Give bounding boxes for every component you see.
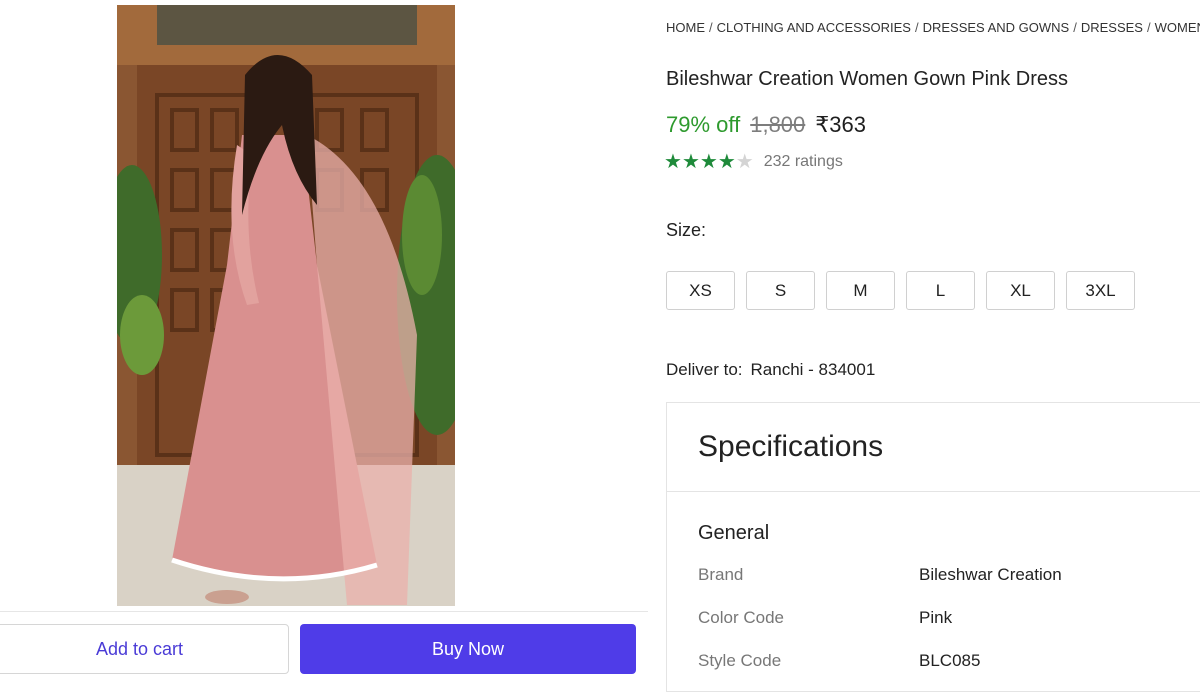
specifications-panel: Specifications General Brand Bileshwar C… bbox=[666, 402, 1200, 692]
size-option-xs[interactable]: XS bbox=[666, 271, 735, 310]
size-option-3xl[interactable]: 3XL bbox=[1066, 271, 1135, 310]
star-icon: ★ bbox=[664, 151, 682, 173]
product-image[interactable] bbox=[117, 5, 455, 606]
spec-key: Color Code bbox=[698, 608, 784, 627]
ratings-count: 232 ratings bbox=[763, 153, 843, 170]
delivery-location[interactable]: Deliver to: Ranchi - 834001 bbox=[666, 360, 875, 380]
star-icon: ★ bbox=[699, 151, 718, 173]
buy-now-button[interactable]: Buy Now bbox=[300, 624, 636, 674]
breadcrumb: HOME / CLOTHING AND ACCESSORIES / DRESSES AN… bbox=[666, 20, 1200, 35]
star-icon: ★ bbox=[735, 151, 754, 173]
delivery-pincode: Ranchi - 834001 bbox=[750, 360, 876, 379]
breadcrumb-link-womens[interactable]: WOMEN'S DR bbox=[1155, 20, 1200, 35]
spec-key: Brand bbox=[698, 565, 744, 584]
original-price: 1,800 bbox=[750, 112, 806, 137]
selling-price: ₹363 bbox=[815, 112, 866, 137]
breadcrumb-link-home[interactable]: HOME bbox=[666, 20, 705, 35]
spec-section-general: General bbox=[698, 522, 770, 544]
deliver-to-label: Deliver to: bbox=[666, 360, 743, 379]
breadcrumb-link-clothing[interactable]: CLOTHING AND ACCESSORIES bbox=[717, 20, 911, 35]
size-label: Size: bbox=[666, 220, 707, 240]
size-option-s[interactable]: S bbox=[746, 271, 815, 310]
specifications-title: Specifications bbox=[667, 403, 1200, 492]
size-options: XS S M L XL 3XL bbox=[666, 271, 1135, 310]
size-option-l[interactable]: L bbox=[906, 271, 975, 310]
purchase-action-bar: Add to cart Buy Now bbox=[0, 611, 648, 685]
breadcrumb-link-dresses-gowns[interactable]: DRESSES AND GOWNS bbox=[923, 20, 1070, 35]
star-rating: ★ ★ ★ ★ ★ bbox=[664, 151, 754, 173]
size-option-xl[interactable]: XL bbox=[986, 271, 1055, 310]
price-row: 79% off 1,800 ₹363 bbox=[666, 112, 866, 138]
breadcrumb-link-dresses[interactable]: DRESSES bbox=[1081, 20, 1143, 35]
spec-value: Pink bbox=[919, 608, 953, 627]
spec-value: Bileshwar Creation bbox=[919, 565, 1062, 584]
size-option-m[interactable]: M bbox=[826, 271, 895, 310]
star-icon: ★ bbox=[681, 151, 700, 173]
star-icon: ★ bbox=[717, 151, 736, 173]
spec-key: Style Code bbox=[698, 651, 782, 670]
rating-row[interactable]: ★ ★ ★ ★ ★ 232 ratings bbox=[664, 151, 843, 173]
product-title: Bileshwar Creation Women Gown Pink Dress bbox=[666, 68, 1069, 90]
product-photo-illustration bbox=[117, 5, 455, 606]
discount-percent: 79% off bbox=[666, 112, 741, 137]
add-to-cart-button[interactable]: Add to cart bbox=[0, 624, 289, 674]
spec-value: BLC085 bbox=[919, 651, 981, 670]
